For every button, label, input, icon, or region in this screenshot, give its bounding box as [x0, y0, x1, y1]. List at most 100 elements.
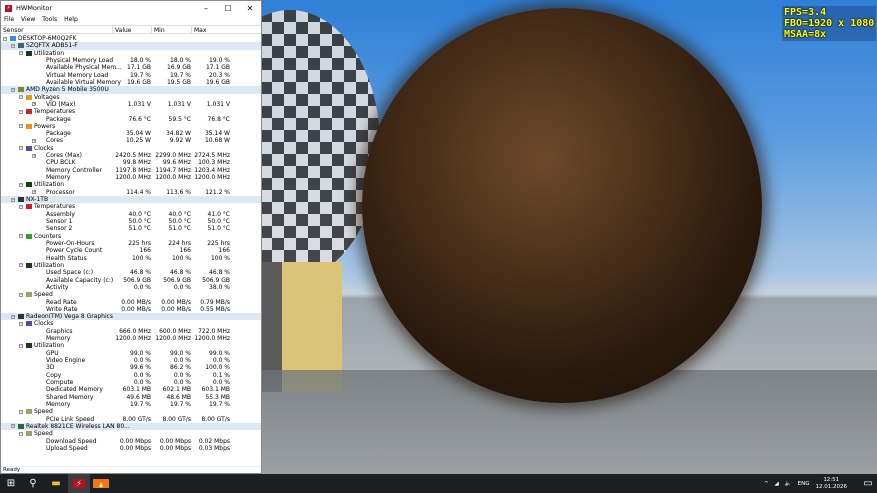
menu-help[interactable]: Help — [64, 16, 78, 23]
expand-toggle[interactable]: − — [19, 51, 23, 56]
sensor-row[interactable]: GPU 99.0 % 99.0 % 99.0 % — [1, 350, 261, 357]
group-row[interactable]: − Clocks — [1, 320, 261, 327]
chevron-up-icon[interactable]: ^ — [764, 481, 769, 487]
expand-toggle[interactable]: − — [19, 321, 23, 326]
group-row[interactable]: − Utilization — [1, 181, 261, 188]
sensor-row[interactable]: Sensor 2 51.0 °C 51.0 °C 51.0 °C — [1, 225, 261, 232]
column-min[interactable]: Min — [154, 27, 165, 34]
device-row[interactable]: − NX-1TB — [1, 196, 261, 204]
expand-toggle[interactable]: − — [19, 204, 23, 209]
expand-toggle[interactable]: + — [32, 153, 36, 158]
expand-toggle[interactable]: + — [32, 190, 36, 195]
sensor-row[interactable]: Shared Memory 49.6 MB 48.6 MB 55.3 MB — [1, 394, 261, 401]
expand-toggle[interactable]: − — [19, 234, 23, 239]
minimize-button[interactable]: – — [195, 4, 217, 13]
device-row[interactable]: − SZQFTX ADB51-F — [1, 42, 261, 50]
sensor-row[interactable]: Activity 0.0 % 0.0 % 38.0 % — [1, 284, 261, 291]
sensor-row[interactable]: PCIe Link Speed 8.00 GT/s 8.00 GT/s 8.00 GT… — [1, 416, 261, 423]
expand-toggle[interactable]: − — [11, 314, 15, 319]
title-bar[interactable]: ⚡ HWMonitor – ☐ ✕ — [1, 1, 261, 15]
group-row[interactable]: − Speed — [1, 430, 261, 437]
sensor-row[interactable]: + VID (Max) 1.031 V 1.031 V 1.031 V — [1, 101, 261, 108]
menu-view[interactable]: View — [21, 16, 35, 23]
group-row[interactable]: − Voltages — [1, 94, 261, 101]
maximize-button[interactable]: ☐ — [217, 4, 239, 13]
notifications-icon[interactable]: ▭ — [859, 474, 877, 493]
group-row[interactable]: − Speed — [1, 408, 261, 415]
expand-toggle[interactable]: − — [19, 343, 23, 348]
sensor-row[interactable]: Available Physical Mem... 17.1 GB 16.9 GB 1… — [1, 64, 261, 71]
sensor-row[interactable]: Power-On-Hours 225 hrs 224 hrs 225 hrs — [1, 240, 261, 247]
group-row[interactable]: − Utilization — [1, 262, 261, 269]
sensor-row[interactable]: + Cores 10.25 W 9.92 W 10.68 W — [1, 137, 261, 144]
expand-toggle[interactable]: − — [11, 197, 15, 202]
sensor-row[interactable]: Memory 19.7 % 19.7 % 19.7 % — [1, 401, 261, 408]
start-button[interactable]: ⊞ — [0, 474, 22, 493]
file-explorer-icon[interactable]: ▬ — [45, 474, 67, 493]
sensor-row[interactable]: Read Rate 0.00 MB/s 0.00 MB/s 0.79 MB/s — [1, 299, 261, 306]
group-row[interactable]: − Utilization — [1, 50, 261, 57]
column-value[interactable]: Value — [115, 27, 131, 34]
sensor-row[interactable]: Health Status 100 % 100 % 100 % — [1, 255, 261, 262]
menu-file[interactable]: File — [4, 16, 14, 23]
menu-tools[interactable]: Tools — [42, 16, 57, 23]
group-row[interactable]: − Clocks — [1, 145, 261, 152]
expand-toggle[interactable]: − — [11, 43, 15, 48]
expand-toggle[interactable]: + — [32, 102, 36, 107]
clock[interactable]: 12:51 12.01.2026 — [816, 477, 848, 491]
expand-toggle[interactable]: − — [11, 87, 15, 92]
device-row[interactable]: − Realtek 8821CE Wireless LAN 80... — [1, 422, 261, 431]
expand-toggle[interactable]: − — [19, 146, 23, 151]
column-sensor[interactable]: Sensor — [3, 27, 24, 34]
expand-toggle[interactable]: − — [19, 109, 23, 114]
expand-toggle[interactable]: − — [19, 409, 23, 414]
sensor-row[interactable]: Virtual Memory Load 19.7 % 19.7 % 20.3 % — [1, 72, 261, 79]
group-row[interactable]: − Powers — [1, 123, 261, 130]
device-row[interactable]: − DESKTOP-6M0Q2FK — [1, 35, 261, 42]
group-row[interactable]: − Counters — [1, 233, 261, 240]
expand-toggle[interactable]: − — [19, 263, 23, 268]
sensor-row[interactable]: Graphics 666.0 MHz 600.0 MHz 722.0 MHz — [1, 328, 261, 335]
sensor-row[interactable]: Available Capacity (c:) 506.9 GB 506.9 GB 5… — [1, 277, 261, 284]
sensor-row[interactable]: 3D 99.6 % 86.2 % 100.0 % — [1, 364, 261, 371]
volume-icon[interactable]: 🔈 — [785, 481, 792, 487]
sensor-row[interactable]: + Processor 114.4 % 113.6 % 121.2 % — [1, 189, 261, 196]
sensor-row[interactable]: Download Speed 0.00 Mbps 0.00 Mbps 0.02 Mbp… — [1, 438, 261, 445]
expand-toggle[interactable]: − — [3, 36, 7, 41]
expand-toggle[interactable]: − — [19, 431, 23, 436]
group-row[interactable]: − Temperatures — [1, 108, 261, 115]
close-button[interactable]: ✕ — [239, 4, 261, 13]
search-icon[interactable]: ⚲ — [22, 474, 44, 493]
expand-toggle[interactable]: − — [19, 182, 23, 187]
sensor-row[interactable]: Write Rate 0.00 MB/s 0.00 MB/s 0.55 MB/s — [1, 306, 261, 313]
sensor-row[interactable]: Copy 0.0 % 0.0 % 0.1 % — [1, 372, 261, 379]
sensor-row[interactable]: Package 35.04 W 34.82 W 35.14 W — [1, 130, 261, 137]
sensor-tree[interactable]: − DESKTOP-6M0Q2FK − SZQFTX ADB51-F − Utilizat… — [1, 35, 261, 465]
sensor-row[interactable]: CPU BCLK 99.8 MHz 99.6 MHz 100.3 MHz — [1, 159, 261, 166]
group-row[interactable]: − Utilization — [1, 342, 261, 349]
furmark-taskbar-icon[interactable]: 🔥 — [90, 474, 112, 493]
sensor-row[interactable]: Power Cycle Count 166 166 166 — [1, 247, 261, 254]
sensor-row[interactable]: Used Space (c:) 46.8 % 46.8 % 46.8 % — [1, 269, 261, 276]
sensor-row[interactable]: Available Virtual Memory 19.6 GB 19.5 GB 19… — [1, 79, 261, 86]
sensor-row[interactable]: Sensor 1 50.0 °C 50.0 °C 50.0 °C — [1, 218, 261, 225]
expand-toggle[interactable]: − — [11, 424, 15, 429]
sensor-row[interactable]: Physical Memory Load 18.0 % 18.0 % 19.0 % — [1, 57, 261, 64]
sensor-row[interactable]: + Cores (Max) 2420.5 MHz 2299.0 MHz 2724.5 M… — [1, 152, 261, 159]
sensor-row[interactable]: Assembly 40.0 °C 40.0 °C 41.0 °C — [1, 211, 261, 218]
device-row[interactable]: − Radeon(TM) Vega 8 Graphics — [1, 313, 261, 321]
group-row[interactable]: − Speed — [1, 291, 261, 298]
hwmonitor-taskbar-icon[interactable]: ⚡ — [68, 474, 90, 493]
column-max[interactable]: Max — [194, 27, 206, 34]
sensor-row[interactable]: Video Engine 0.0 % 0.0 % 0.0 % — [1, 357, 261, 364]
sensor-row[interactable]: Dedicated Memory 603.1 MB 602.1 MB 603.1 MB — [1, 386, 261, 393]
expand-toggle[interactable]: − — [19, 124, 23, 129]
sensor-row[interactable]: Upload Speed 0.00 Mbps 0.00 Mbps 0.03 Mbps — [1, 445, 261, 452]
group-row[interactable]: − Temperatures — [1, 203, 261, 210]
sensor-row[interactable]: Compute 0.0 % 0.0 % 0.0 % — [1, 379, 261, 386]
language-indicator[interactable]: ENG — [798, 481, 810, 487]
sensor-row[interactable]: Memory 1200.0 MHz 1200.0 MHz 1200.0 MHz — [1, 174, 261, 181]
sensor-row[interactable]: Memory 1200.0 MHz 1200.0 MHz 1200.0 MHz — [1, 335, 261, 342]
expand-toggle[interactable]: + — [32, 138, 36, 143]
device-row[interactable]: − AMD Ryzen 5 Mobile 3500U — [1, 86, 261, 94]
